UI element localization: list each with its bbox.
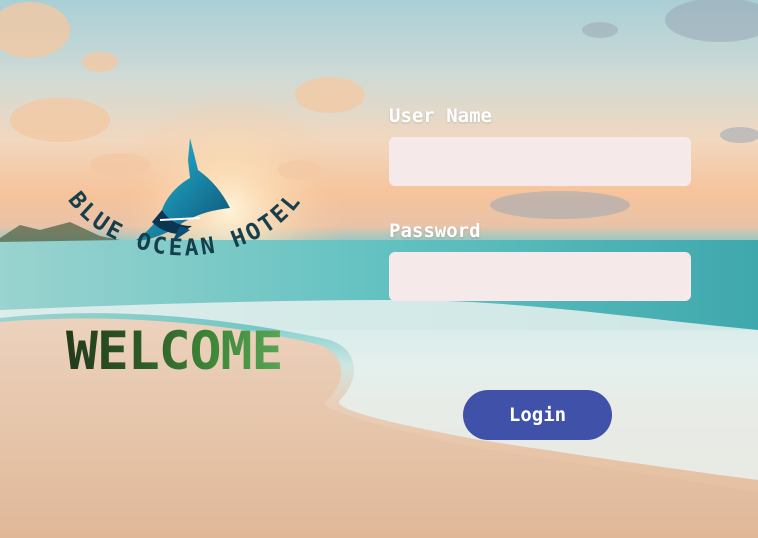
shark-icon xyxy=(136,138,230,242)
username-input[interactable] xyxy=(389,137,691,186)
welcome-heading: WELCOME xyxy=(66,321,283,382)
login-button[interactable]: Login xyxy=(463,390,612,440)
password-input[interactable] xyxy=(389,252,691,301)
username-label: User Name xyxy=(389,105,492,127)
password-label: Password xyxy=(389,220,481,242)
hotel-logo: BLUE OCEAN HOTEL xyxy=(40,130,330,300)
